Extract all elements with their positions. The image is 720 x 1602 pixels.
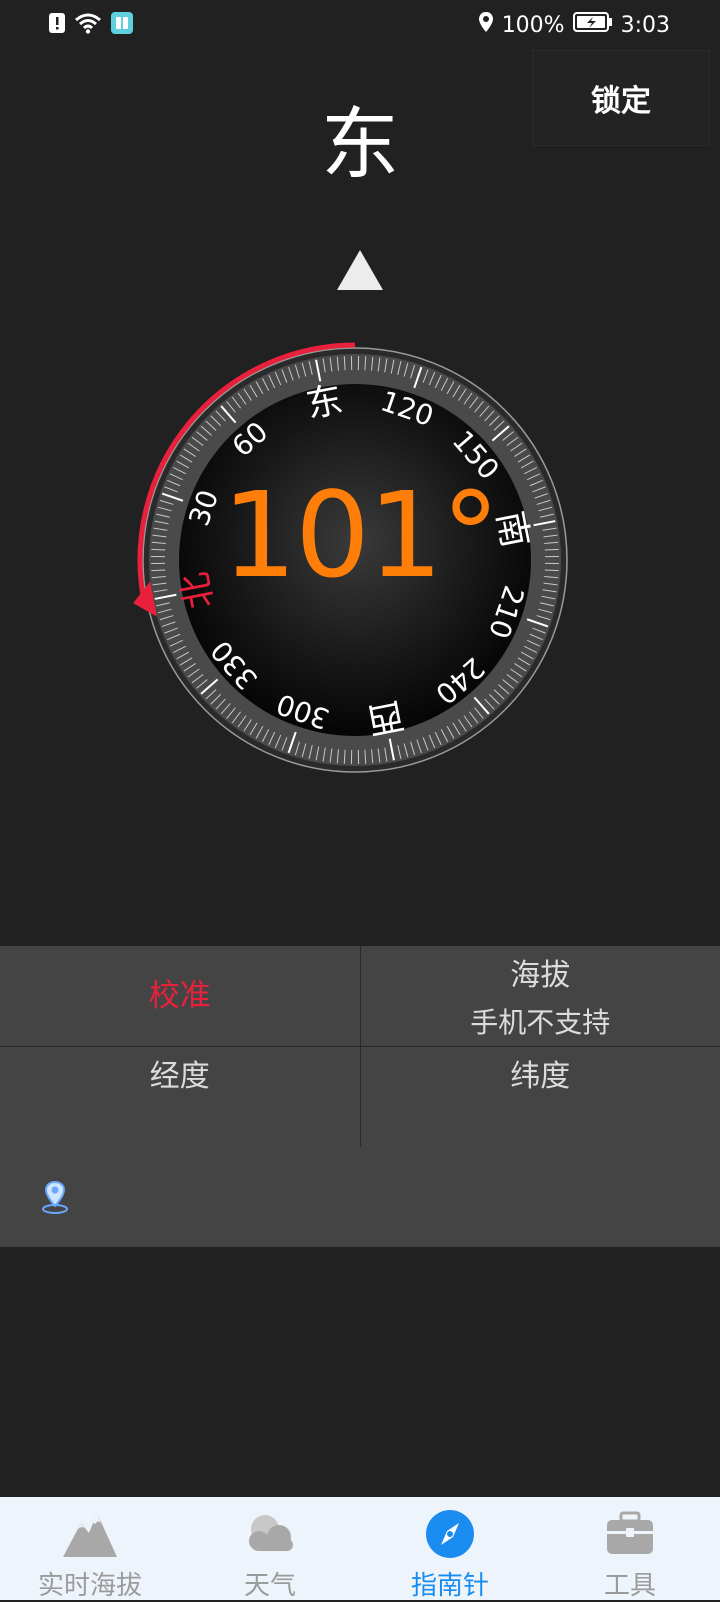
latitude-label: 纬度 bbox=[361, 1047, 720, 1097]
nav-label-altitude: 实时海拔 bbox=[0, 1565, 180, 1602]
battery-charging-icon bbox=[573, 11, 613, 39]
nav-label-compass: 指南针 bbox=[360, 1565, 540, 1602]
location-icon bbox=[478, 11, 494, 39]
altitude-cell: 海拔 手机不支持 bbox=[360, 946, 720, 1046]
latitude-value bbox=[361, 1097, 720, 1105]
mountain-icon bbox=[61, 1509, 119, 1563]
dial-label: 东 bbox=[303, 379, 346, 426]
nav-item-compass[interactable]: 指南针 bbox=[360, 1497, 540, 1600]
wifi-icon bbox=[74, 12, 102, 38]
nav-label-tools: 工具 bbox=[540, 1565, 720, 1602]
bottom-nav: 实时海拔 天气 指南针 工具 bbox=[0, 1497, 720, 1600]
heading-pointer-icon bbox=[337, 250, 383, 294]
longitude-label: 经度 bbox=[0, 1047, 360, 1097]
longitude-cell: 经度 bbox=[0, 1047, 360, 1147]
info-row-2: 经度 纬度 bbox=[0, 1047, 720, 1148]
nav-item-weather[interactable]: 天气 bbox=[180, 1497, 360, 1600]
toolbox-icon bbox=[605, 1509, 655, 1563]
heading-readout: 101° bbox=[0, 470, 720, 600]
alert-icon bbox=[48, 12, 66, 38]
cloud-icon bbox=[241, 1509, 299, 1563]
info-row-1: 校准 海拔 手机不支持 bbox=[0, 946, 720, 1047]
direction-title: 东 bbox=[0, 100, 720, 190]
dial-label: 西 bbox=[364, 694, 407, 741]
nav-label-weather: 天气 bbox=[180, 1565, 360, 1602]
altitude-value: 手机不支持 bbox=[361, 996, 720, 1042]
app-notification-icon bbox=[110, 11, 134, 39]
nav-item-altitude[interactable]: 实时海拔 bbox=[0, 1497, 180, 1600]
location-row[interactable] bbox=[0, 1147, 720, 1247]
location-pin-icon bbox=[40, 1180, 70, 1218]
nav-item-tools[interactable]: 工具 bbox=[540, 1497, 720, 1600]
clock: 3:03 bbox=[621, 13, 670, 38]
battery-percent: 100% bbox=[502, 13, 565, 38]
calibrate-button[interactable]: 校准 bbox=[0, 946, 360, 1046]
latitude-cell: 纬度 bbox=[360, 1047, 720, 1147]
status-bar: 100% 3:03 bbox=[0, 0, 720, 48]
altitude-label: 海拔 bbox=[361, 946, 720, 996]
calibrate-label: 校准 bbox=[0, 946, 360, 1046]
info-grid: 校准 海拔 手机不支持 经度 纬度 bbox=[0, 946, 720, 1148]
compass-icon bbox=[425, 1509, 475, 1563]
longitude-value bbox=[0, 1097, 360, 1105]
